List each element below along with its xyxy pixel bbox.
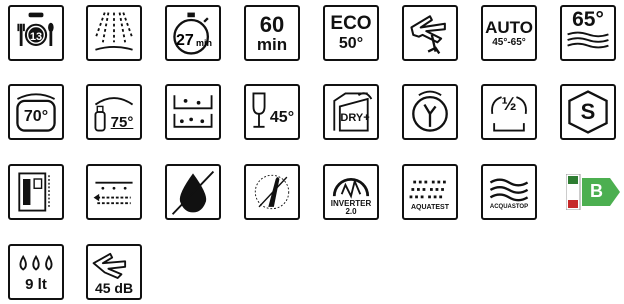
baby-bottle-75-icon: 75° [86, 84, 142, 140]
dry-plus-icon: DRY+ [323, 84, 379, 140]
quick-wash-value: 27 [176, 32, 194, 49]
half-load-fraction: ½ [501, 94, 517, 114]
aquastop-label: ACQUASTOP [489, 204, 529, 210]
cutlery-capacity-value: 13 [29, 31, 43, 43]
aquatest-label: AQUATEST [411, 203, 449, 211]
aquastop-icon: ACQUASTOP [481, 164, 537, 220]
rinse-aid-dispenser-icon [8, 164, 64, 220]
half-load-basket-icon: ½ [481, 84, 537, 140]
water-drop-icon [165, 164, 221, 220]
pot-temp: 70° [23, 108, 49, 125]
shower-spray-icon [86, 5, 142, 61]
quick-wash-unit: min [196, 38, 213, 48]
glass-temp: 45° [269, 109, 295, 126]
glass-45-icon: 45° [244, 84, 300, 140]
pot-70-icon: 70° [8, 84, 64, 140]
sixty-min-unit: min [256, 34, 288, 54]
auto-45-65-icon: AUTO 45°-65° [481, 5, 537, 61]
sanitize-s-icon: S [560, 84, 616, 140]
noise-level-icon: 45 dB [86, 244, 142, 300]
eco-label: ECO [330, 13, 372, 34]
inverter-version: 2.0 [345, 207, 357, 216]
baby-bottle-temp: 75° [110, 113, 134, 131]
eco-temp: 50° [338, 35, 364, 52]
arrows-spray-icon [86, 164, 142, 220]
dish-basket-icon [165, 84, 221, 140]
auto-label: AUTO [485, 17, 533, 37]
intensive-65-icon: 65° [560, 5, 616, 61]
eco-50-icon: ECO 50° [323, 5, 379, 61]
dry-label: DRY+ [340, 111, 370, 124]
sixty-min-value: 60 [259, 11, 285, 37]
water-amount: 9 lt [25, 275, 47, 293]
water-consumption-icon: 9 lt [8, 244, 64, 300]
aquatest-icon: AQUATEST [402, 164, 458, 220]
auto-range: 45°-65° [492, 36, 526, 48]
energy-class-letter: B [590, 181, 603, 201]
sanitize-letter: S [580, 99, 596, 124]
sixty-min-icon: 60 min [244, 5, 300, 61]
noise-level: 45 dB [94, 280, 134, 296]
intensive-temp: 65° [572, 7, 604, 31]
inverter-motor-icon: INVERTER 2.0 [323, 164, 379, 220]
half-load-hand-icon [402, 5, 458, 61]
salt-icon [244, 164, 300, 220]
delay-timer-icon [402, 84, 458, 140]
